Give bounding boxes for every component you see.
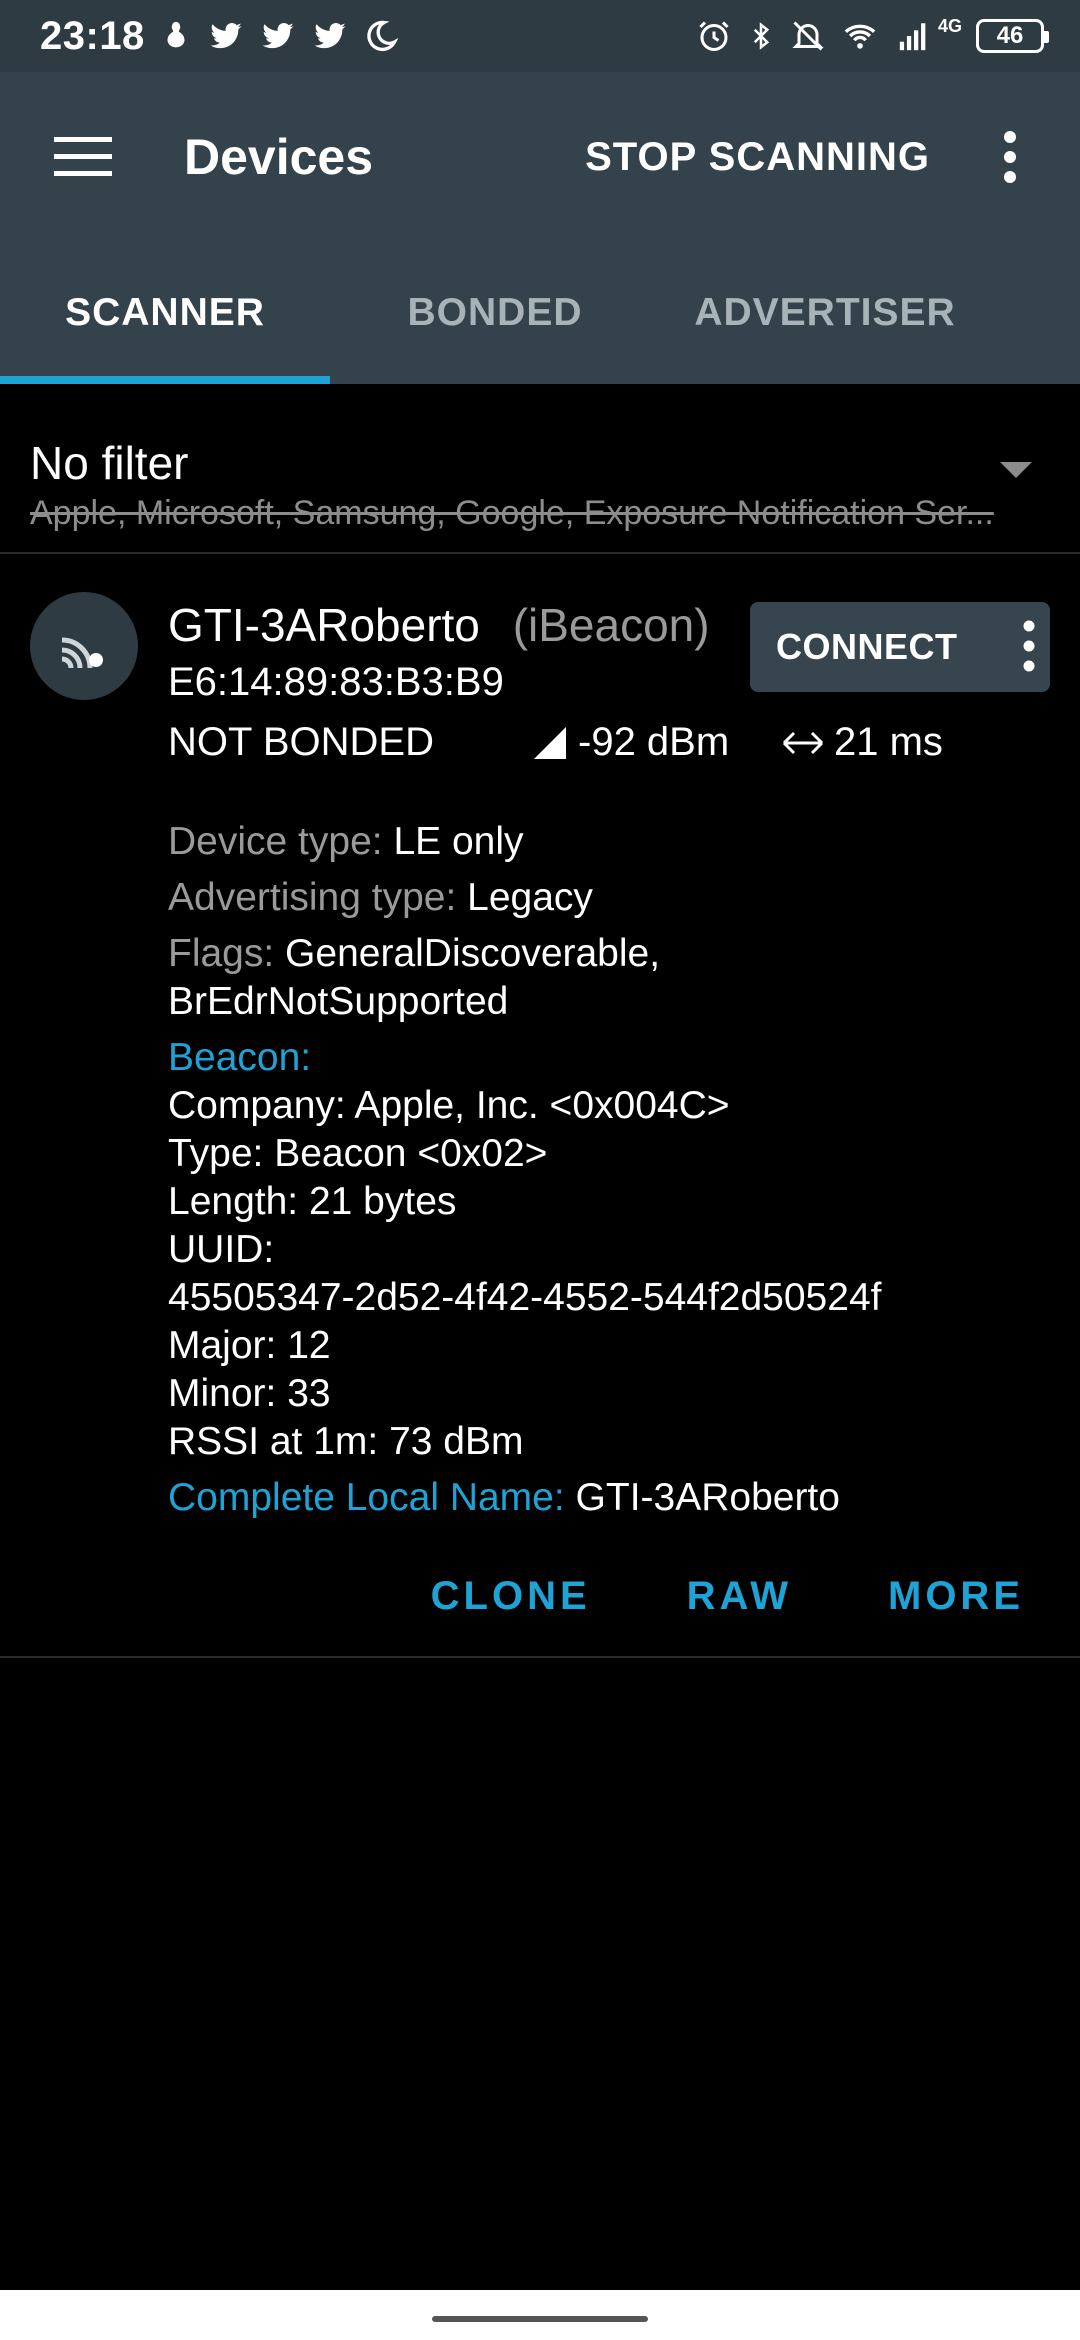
filter-title: No filter — [30, 437, 189, 489]
signal-icon — [894, 19, 934, 53]
flags-value-2: BrEdrNotSupported — [168, 980, 509, 1023]
beacon-company: Company: Apple, Inc. <0x004C> — [168, 1084, 730, 1127]
twitter-icon — [311, 19, 349, 53]
tab-advertiser[interactable]: ADVERTISER — [660, 242, 990, 384]
bond-state: NOT BONDED — [168, 720, 434, 764]
beacon-avatar — [30, 592, 138, 700]
battery-level: 46 — [996, 22, 1024, 49]
interval-text: 21 ms — [834, 720, 943, 764]
device-kind: (iBeacon) — [512, 599, 710, 651]
more-vert-icon[interactable] — [1022, 620, 1036, 672]
interval-arrows-icon — [782, 731, 824, 754]
beacon-type: Type: Beacon <0x02> — [168, 1132, 548, 1175]
page-title: Devices — [184, 129, 374, 185]
more-vert-icon — [1004, 131, 1016, 183]
tab-bar: SCANNER BONDED ADVERTISER — [0, 242, 1080, 384]
hamburger-icon — [54, 137, 112, 176]
local-name-line: Complete Local Name: GTI-3ARoberto — [168, 1474, 1048, 1522]
connect-label: CONNECT — [776, 626, 958, 667]
beacon-uuid-label: UUID: — [168, 1228, 275, 1271]
status-right: 4G 46 — [696, 15, 1049, 54]
navigation-bar — [0, 2290, 1080, 2340]
device-type-label: Device type: — [168, 820, 383, 863]
more-button[interactable]: MORE — [888, 1574, 1024, 1619]
twitter-icon — [207, 19, 245, 53]
bedtime-icon — [363, 18, 399, 54]
flags-label: Flags: — [168, 932, 275, 975]
tab-scanner[interactable]: SCANNER — [0, 242, 330, 384]
device-type-value: LE only — [393, 820, 524, 863]
advertising-type-line: Advertising type: Legacy — [168, 874, 1048, 922]
beacon-minor: Minor: 33 — [168, 1372, 331, 1415]
stop-scanning-button[interactable]: STOP SCANNING — [585, 135, 930, 180]
device-mac-address: E6:14:89:83:B3:B9 — [168, 660, 504, 704]
device-list-item[interactable]: GTI-3ARoberto (iBeacon) E6:14:89:83:B3:B… — [0, 556, 1080, 1658]
advertising-type-value: Legacy — [467, 876, 593, 919]
app-bar: Devices STOP SCANNING — [0, 72, 1080, 242]
connect-button[interactable]: CONNECT — [750, 602, 1050, 692]
flags-line: Flags: GeneralDiscoverable, — [168, 930, 1048, 978]
beacon-uuid: 45505347-2d52-4f42-4552-544f2d50524f — [168, 1276, 882, 1319]
menu-button[interactable] — [40, 113, 128, 201]
flags-value-1: GeneralDiscoverable, — [285, 932, 661, 975]
rssi-value: -92 dBm — [532, 720, 729, 765]
battery-icon: 46 — [976, 19, 1049, 53]
device-name: GTI-3ARoberto — [168, 599, 480, 651]
tab-bonded[interactable]: BONDED — [330, 242, 660, 384]
overflow-menu-button[interactable] — [980, 113, 1040, 201]
network-type: 4G — [937, 15, 962, 36]
beacon-length: Length: 21 bytes — [168, 1180, 457, 1223]
device-actions: CLONE RAW MORE — [431, 1574, 1024, 1619]
dropdown-arrow-icon — [1000, 462, 1032, 478]
advertising-type-label: Advertising type: — [168, 876, 457, 919]
filter-selector[interactable]: No filter Apple, Microsoft, Samsung, Goo… — [0, 384, 1080, 554]
twitter-icon — [259, 19, 297, 53]
raw-button[interactable]: RAW — [687, 1574, 792, 1619]
notifications-off-icon — [790, 18, 826, 54]
device-name-row: GTI-3ARoberto (iBeacon) — [168, 598, 710, 652]
local-name-label: Complete Local Name: — [168, 1476, 565, 1519]
notification-app-icon — [159, 19, 193, 53]
advertising-interval: 21 ms — [782, 720, 943, 765]
status-time: 23:18 — [40, 13, 145, 58]
beacon-rssi-1m: RSSI at 1m: 73 dBm — [168, 1420, 524, 1463]
local-name-value: GTI-3ARoberto — [575, 1476, 840, 1519]
beacon-signal-icon — [61, 637, 103, 669]
bluetooth-icon — [746, 18, 776, 54]
clone-button[interactable]: CLONE — [431, 1574, 591, 1619]
status-left: 23:18 — [40, 14, 399, 59]
rssi-text: -92 dBm — [578, 720, 730, 764]
alarm-icon — [696, 18, 732, 54]
signal-strength-icon — [534, 726, 566, 759]
filter-subtitle: Apple, Microsoft, Samsung, Google, Expos… — [30, 494, 994, 532]
device-type-line: Device type: LE only — [168, 818, 1048, 866]
device-details: Device type: LE only Advertising type: L… — [168, 818, 1048, 1522]
wifi-icon — [840, 19, 880, 53]
home-indicator[interactable] — [432, 2316, 648, 2322]
status-bar: 23:18 4G 46 — [0, 0, 1080, 72]
beacon-label: Beacon: — [168, 1036, 312, 1079]
beacon-major: Major: 12 — [168, 1324, 331, 1367]
